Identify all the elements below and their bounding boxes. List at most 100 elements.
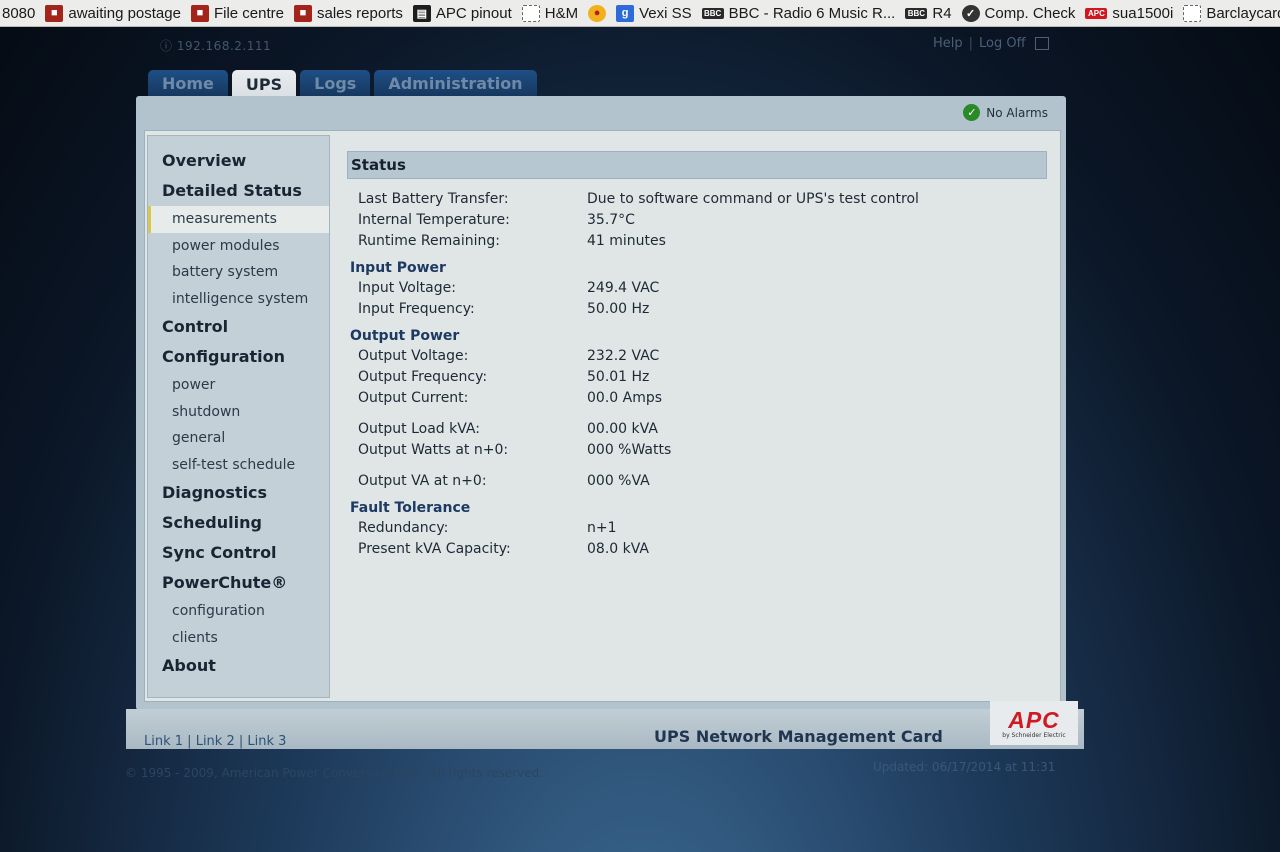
bookmark-sun[interactable]: ● <box>588 4 607 22</box>
field-label: Input Voltage: <box>358 280 456 296</box>
tab-ups[interactable]: UPS <box>231 70 297 99</box>
bookmark-hm[interactable]: H&M <box>521 4 578 22</box>
bookmark-label: File centre <box>213 4 284 22</box>
row-input-voltage: Input Voltage: 249.4 VAC <box>347 278 1047 299</box>
sidebar-item-configuration[interactable]: Configuration <box>148 342 329 372</box>
sidebar-item-sync-control[interactable]: Sync Control <box>148 538 329 568</box>
separator: | <box>238 734 244 749</box>
bookmarks-bar: 8080 ■ awaiting postage ■ File centre ■ sal… <box>0 0 1280 27</box>
sidebar-item-diagnostics[interactable]: Diagnostics <box>148 478 329 508</box>
bookmark-label: R4 <box>932 4 952 22</box>
field-label: Present kVA Capacity: <box>358 541 511 557</box>
bookmark-label: Vexi SS <box>639 4 692 22</box>
blank-page-icon <box>521 4 540 22</box>
sidebar-item-intelligence-system[interactable]: intelligence system <box>148 286 329 313</box>
alarm-text: No Alarms <box>986 105 1048 120</box>
sidebar-item-about[interactable]: About <box>148 651 329 681</box>
field-label: Output Current: <box>358 390 469 406</box>
bookmark-awaiting-postage[interactable]: ■ awaiting postage <box>45 4 181 22</box>
copyright: © 1995 - 2009, American Power Conversion… <box>125 766 543 780</box>
bookmark-bbc-radio6[interactable]: BBC BBC - Radio 6 Music R... <box>701 4 896 22</box>
field-label: Output Voltage: <box>358 348 469 364</box>
bookmark-comp-check[interactable]: ✓ Comp. Check <box>961 4 1075 22</box>
help-link[interactable]: Help <box>933 36 963 51</box>
updated-timestamp: Updated: 06/17/2014 at 11:31 <box>873 760 1056 774</box>
sidebar-item-self-test-schedule[interactable]: self-test schedule <box>148 452 329 479</box>
bbc-icon: BBC <box>701 7 724 19</box>
sun-icon: ● <box>588 4 607 22</box>
bookmark-file-centre[interactable]: ■ File centre <box>190 4 284 22</box>
field-value: 50.00 Hz <box>587 301 650 317</box>
logoff-link[interactable]: Log Off <box>979 36 1026 51</box>
sidebar-item-general[interactable]: general <box>148 425 329 452</box>
status-title: Status <box>347 151 1047 179</box>
main-tabs: Home UPS Logs Administration <box>148 70 537 99</box>
bookmark-apc-pinout[interactable]: ▤ APC pinout <box>412 4 512 22</box>
alarm-status: ✓ No Alarms <box>963 104 1048 121</box>
field-value: 50.01 Hz <box>587 369 650 385</box>
row-input-frequency: Input Frequency: 50.00 Hz <box>347 299 1047 320</box>
field-value: 00.0 Amps <box>587 390 663 406</box>
footer-link-2[interactable]: Link 2 <box>196 734 235 749</box>
field-label: Output Frequency: <box>358 369 488 385</box>
logoff-icon[interactable] <box>1034 37 1049 50</box>
bookmark-label: Barclaycard <box>1206 4 1280 22</box>
row-last-battery-transfer: Last Battery Transfer: Due to software c… <box>347 189 1047 210</box>
field-value: 000 %Watts <box>587 442 672 458</box>
footer-bar: Link 1 | Link 2 | Link 3 UPS Network Man… <box>126 701 1084 749</box>
row-output-current: Output Current: 00.0 Amps <box>347 388 1047 409</box>
row-output-watts: Output Watts at n+0: 000 %Watts <box>347 440 1047 461</box>
separator: | <box>968 36 974 51</box>
bookmark-8080[interactable]: 8080 <box>2 5 35 22</box>
apc-logo-subtext: by Schneider Electric <box>1002 731 1066 739</box>
ip-address: 192.168.2.111 <box>176 39 272 53</box>
field-value: Due to software command or UPS's test co… <box>587 191 919 207</box>
sidebar: Overview Detailed Status measurements po… <box>147 135 330 698</box>
blank-page-icon <box>1183 4 1202 22</box>
top-links: Help | Log Off <box>933 36 1049 51</box>
row-runtime-remaining: Runtime Remaining: 41 minutes <box>347 231 1047 252</box>
bookmark-sales-reports[interactable]: ■ sales reports <box>294 4 403 22</box>
field-label: Redundancy: <box>358 520 449 536</box>
section-fault-tolerance: Fault Tolerance <box>350 500 471 516</box>
bookmark-barclaycard[interactable]: Barclaycard <box>1183 4 1280 22</box>
sidebar-item-overview[interactable]: Overview <box>148 146 329 176</box>
sidebar-item-clients[interactable]: clients <box>148 625 329 652</box>
field-label: Input Frequency: <box>358 301 475 317</box>
sidebar-item-scheduling[interactable]: Scheduling <box>148 508 329 538</box>
field-value: 00.00 kVA <box>587 421 658 437</box>
field-label: Last Battery Transfer: <box>358 191 509 207</box>
info-icon: ⓘ <box>160 39 177 53</box>
status-rows: Last Battery Transfer: Due to software c… <box>347 189 1047 560</box>
section-output-power: Output Power <box>350 328 460 344</box>
field-label: Internal Temperature: <box>358 212 510 228</box>
footer-link-3[interactable]: Link 3 <box>247 734 286 749</box>
sidebar-item-control[interactable]: Control <box>148 312 329 342</box>
briefcase-icon: ■ <box>294 4 312 22</box>
briefcase-icon: ■ <box>190 4 209 22</box>
tab-logs[interactable]: Logs <box>300 70 371 97</box>
bookmark-sua1500i[interactable]: APC sua1500i <box>1085 5 1173 22</box>
tab-administration[interactable]: Administration <box>374 70 537 97</box>
sidebar-item-power-modules[interactable]: power modules <box>148 233 329 260</box>
field-value: 35.7°C <box>587 212 635 228</box>
bookmark-r4[interactable]: BBC R4 <box>905 4 952 22</box>
google-icon: g <box>616 4 635 22</box>
sidebar-item-battery-system[interactable]: battery system <box>148 259 329 286</box>
field-label: Output Watts at n+0: <box>358 442 509 458</box>
tab-home[interactable]: Home <box>148 70 228 97</box>
sidebar-item-detailed-status[interactable]: Detailed Status <box>148 176 329 206</box>
sidebar-item-measurements[interactable]: measurements <box>148 206 329 233</box>
check-circle-icon: ✓ <box>963 104 981 121</box>
section-input-power: Input Power <box>350 260 446 276</box>
bookmark-label: BBC - Radio 6 Music R... <box>728 4 896 22</box>
sidebar-item-shutdown[interactable]: shutdown <box>148 399 329 426</box>
bookmark-vexi-ss[interactable]: g Vexi SS <box>616 4 692 22</box>
apc-logo-text: APC <box>1008 706 1060 733</box>
footer-link-1[interactable]: Link 1 <box>144 734 183 749</box>
sidebar-item-pc-configuration[interactable]: configuration <box>148 598 329 625</box>
sidebar-item-powerchute[interactable]: PowerChute® <box>148 568 329 598</box>
sidebar-item-power[interactable]: power <box>148 372 329 399</box>
row-present-kva-capacity: Present kVA Capacity: 08.0 kVA <box>347 539 1047 560</box>
